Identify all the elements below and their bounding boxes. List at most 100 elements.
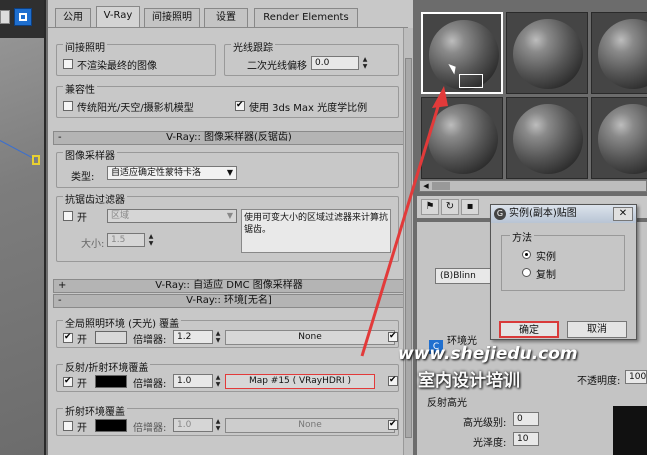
drag-ghost-box xyxy=(459,74,483,88)
gi-env-map-button[interactable]: None xyxy=(225,330,395,345)
rollout-image-sampler[interactable]: - V-Ray:: 图像采样器(反锯齿) xyxy=(53,131,405,145)
secondary-bias-spinner[interactable]: 0.0 xyxy=(311,56,359,70)
tab-settings[interactable]: 设置 xyxy=(204,8,248,28)
refr-env-map-checkbox[interactable] xyxy=(388,419,398,430)
instance-radio[interactable] xyxy=(522,250,531,259)
tab-render-elements[interactable]: Render Elements xyxy=(254,8,358,28)
rollout-image-sampler-title: V-Ray:: 图像采样器(反锯齿) xyxy=(166,132,292,143)
spinner-arrows-icon[interactable]: ▲ ▼ xyxy=(147,233,155,247)
highlight-graph xyxy=(613,406,647,455)
chevron-down-icon: ▼ xyxy=(226,211,233,220)
shader-dropdown[interactable]: (B)Blinn xyxy=(435,268,497,284)
material-slot[interactable] xyxy=(506,97,588,179)
legacy-model-label: 传统阳光/天空/摄影机模型 xyxy=(77,103,194,114)
material-sphere xyxy=(598,104,647,174)
aa-filter-on-checkbox[interactable] xyxy=(63,211,73,221)
sampler-type-dropdown[interactable]: 自适应确定性蒙特卡洛 ▼ xyxy=(107,166,237,180)
refl-env-map-checkbox[interactable] xyxy=(388,375,398,386)
tab-common[interactable]: 公用 xyxy=(55,8,91,28)
rollout-dmc-title: V-Ray:: 自适应 DMC 图像采样器 xyxy=(155,280,303,291)
material-slot[interactable] xyxy=(591,12,647,94)
rollout-environment[interactable]: - V-Ray:: 环境[无名] xyxy=(53,294,405,308)
get-material-icon[interactable]: ⚑ xyxy=(421,199,439,215)
scene-wire xyxy=(0,140,36,160)
panel-scrollbar[interactable] xyxy=(403,28,413,455)
slots-scrollbar[interactable]: ◀ xyxy=(419,180,647,192)
gi-env-on-label: 开 xyxy=(77,335,87,346)
spec-level-spinner[interactable]: 0 xyxy=(513,412,539,426)
refl-env-map-button[interactable]: Map #15 ( VRayHDRI ) xyxy=(225,374,375,389)
material-slots xyxy=(417,8,647,179)
instance-label: 实例 xyxy=(536,252,556,263)
refl-env-mult-spinner[interactable]: 1.0 xyxy=(173,374,213,388)
ok-button[interactable]: 确定 xyxy=(499,321,559,338)
viewport-3d[interactable] xyxy=(0,0,46,455)
close-button[interactable]: ✕ xyxy=(613,207,633,221)
gi-env-group: 全局照明环境 (天光) 覆盖 开 倍增器: 1.2 ▲▼ None xyxy=(56,315,399,348)
refl-env-group: 反射/折射环境覆盖 开 倍增器: 1.0 ▲▼ Map #15 ( VRayHD… xyxy=(56,359,399,392)
gi-env-map-checkbox[interactable] xyxy=(388,331,398,342)
gi-env-title: 全局照明环境 (天光) 覆盖 xyxy=(63,315,182,330)
aa-size-spinner[interactable]: 1.5 xyxy=(107,233,145,247)
copy-radio[interactable] xyxy=(522,268,531,277)
gi-env-color-swatch[interactable] xyxy=(95,331,127,344)
sampler-type-label: 类型: xyxy=(71,172,95,183)
assign-material-icon[interactable]: ▪ xyxy=(461,199,479,215)
material-slot[interactable] xyxy=(591,97,647,179)
instance-copy-dialog: 实例(副本)贴图 G ✕ 方法 实例 复制 确定 取消 xyxy=(490,204,637,340)
refl-env-mult-label: 倍增器: xyxy=(133,379,167,390)
material-slot[interactable] xyxy=(421,97,503,179)
opacity-label: 不透明度: xyxy=(577,376,621,387)
no-render-final-checkbox[interactable] xyxy=(63,59,73,69)
spinner-arrows-icon[interactable]: ▲ ▼ xyxy=(214,374,222,388)
glossiness-spinner[interactable]: 10 xyxy=(513,432,539,446)
refl-env-on-label: 开 xyxy=(77,379,87,390)
aa-filter-dropdown[interactable]: 区域 ▼ xyxy=(107,209,237,223)
material-slot[interactable] xyxy=(421,12,503,94)
gi-group-title: 间接照明 xyxy=(63,39,107,54)
gi-env-on-checkbox[interactable] xyxy=(63,332,73,343)
refr-env-on-checkbox[interactable] xyxy=(63,421,73,431)
spinner-arrows-icon[interactable]: ▲ ▼ xyxy=(361,56,369,70)
image-sampler-title: 图像采样器 xyxy=(63,147,117,162)
photometric-checkbox[interactable] xyxy=(235,100,245,111)
material-sphere xyxy=(513,104,583,174)
aa-filter-value: 区域 xyxy=(111,211,130,221)
refr-env-map-button[interactable]: None xyxy=(225,418,395,433)
legacy-model-checkbox[interactable] xyxy=(63,101,73,111)
photometric-label: 使用 3ds Max 光度学比例 xyxy=(249,103,368,114)
specular-highlights-label: 反射高光 xyxy=(427,398,467,409)
sampler-type-value: 自适应确定性蒙特卡洛 xyxy=(111,168,202,178)
material-slot[interactable] xyxy=(506,12,588,94)
select-tool-icon[interactable] xyxy=(14,8,32,26)
cancel-button[interactable]: 取消 xyxy=(567,321,627,338)
glossiness-label: 光泽度: xyxy=(473,438,507,449)
refl-env-color-swatch[interactable] xyxy=(95,375,127,388)
method-title: 方法 xyxy=(510,229,534,244)
scrollbar-thumb[interactable] xyxy=(432,182,450,190)
scrollbar-thumb[interactable] xyxy=(405,58,412,438)
scroll-left-icon[interactable]: ◀ xyxy=(420,181,432,191)
tab-indirect[interactable]: 间接照明 xyxy=(144,8,200,28)
refr-env-title: 折射环境覆盖 xyxy=(63,403,127,418)
refr-env-group: 折射环境覆盖 开 倍增器: 1.0 ▲ ▼ None xyxy=(56,403,399,436)
refr-env-mult-spinner[interactable]: 1.0 xyxy=(173,418,213,432)
opacity-spinner[interactable]: 100 xyxy=(625,370,647,384)
watermark-url: www.shejiedu.com xyxy=(398,344,578,364)
compat-title: 兼容性 xyxy=(63,81,97,96)
scene-object-gizmo xyxy=(32,155,40,165)
viewport-menu-button[interactable] xyxy=(0,10,10,24)
tab-vray[interactable]: V-Ray xyxy=(96,6,140,28)
refr-env-color-swatch[interactable] xyxy=(95,419,127,432)
render-setup-panel: 公用 V-Ray 间接照明 设置 Render Elements 间接照明 不渲… xyxy=(48,0,413,455)
refl-env-on-checkbox[interactable] xyxy=(63,376,73,387)
spinner-arrows-icon[interactable]: ▲ ▼ xyxy=(214,418,222,432)
gi-env-mult-spinner[interactable]: 1.2 xyxy=(173,330,213,344)
put-to-scene-icon[interactable]: ↻ xyxy=(441,199,459,215)
spinner-arrows-icon[interactable]: ▲ ▼ xyxy=(214,330,222,344)
image-sampler-group: 图像采样器 类型: 自适应确定性蒙特卡洛 ▼ xyxy=(56,147,399,188)
compat-group: 兼容性 传统阳光/天空/摄影机模型 使用 3ds Max 光度学比例 xyxy=(56,81,399,118)
gi-env-mult-label: 倍增器: xyxy=(133,335,167,346)
spec-level-label: 高光级别: xyxy=(463,418,507,429)
rollout-dmc-sampler[interactable]: + V-Ray:: 自适应 DMC 图像采样器 xyxy=(53,279,405,293)
